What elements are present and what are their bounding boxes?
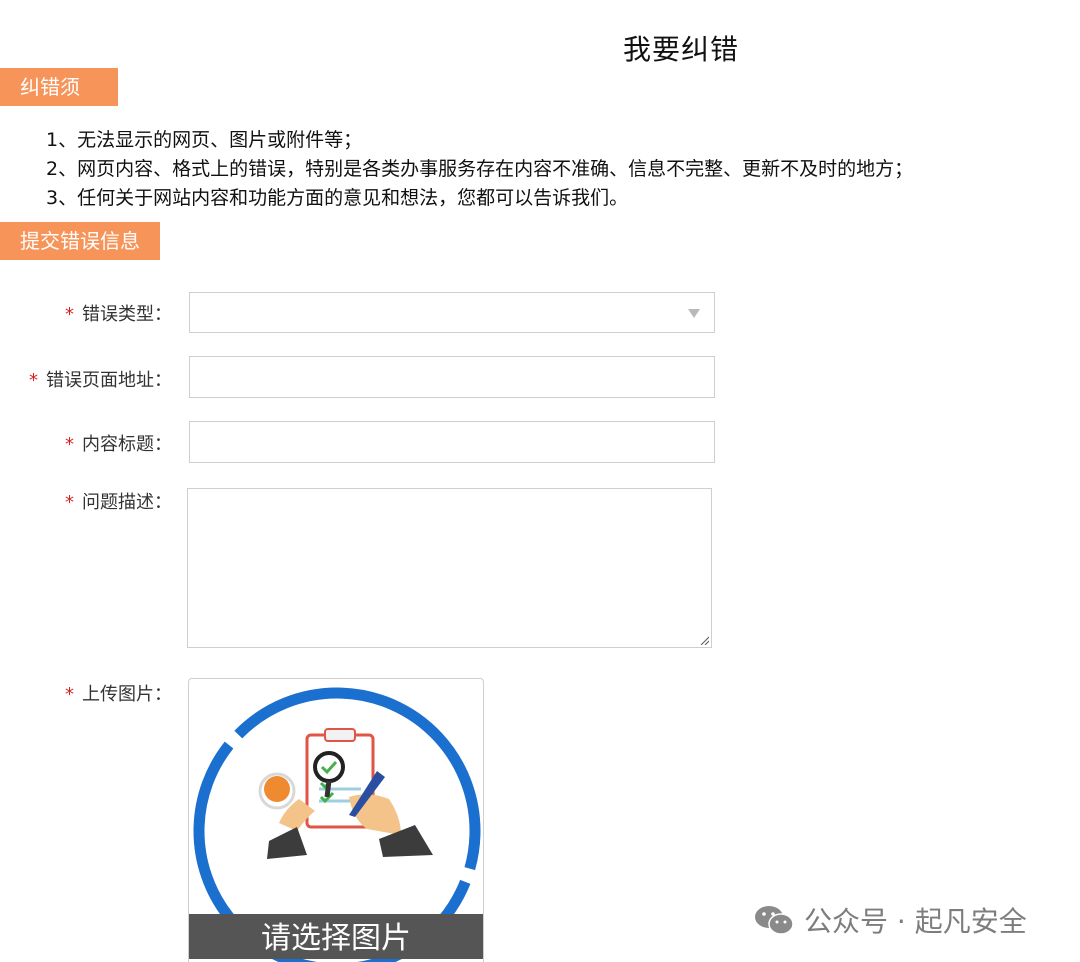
chevron-down-icon: [688, 309, 700, 318]
watermark-text: 公众号 · 起凡安全: [804, 905, 1027, 938]
notice-list: 1、无法显示的网页、图片或附件等； 2、网页内容、格式上的错误，特别是各类办事服…: [46, 126, 913, 213]
error-url-label: 错误页面地址：: [46, 370, 172, 391]
wechat-icon: [755, 906, 794, 935]
resize-grip-icon[interactable]: [699, 635, 709, 645]
choose-image-button[interactable]: 请选择图片: [189, 914, 483, 959]
notice-item: 2、网页内容、格式上的错误，特别是各类办事服务存在内容不准确、信息不完整、更新不…: [46, 158, 914, 180]
required-mark: *: [65, 492, 74, 513]
required-mark: *: [65, 684, 74, 705]
required-mark: *: [65, 434, 74, 455]
required-mark: *: [29, 370, 38, 391]
upload-label-row: * 上传图片：: [0, 680, 172, 706]
error-url-input[interactable]: [189, 356, 715, 398]
error-url-label-row: * 错误页面地址：: [0, 366, 172, 392]
content-title-input[interactable]: [189, 421, 715, 463]
image-upload-area[interactable]: 请选择图片: [188, 678, 484, 962]
description-label-row: * 问题描述：: [0, 488, 172, 514]
notice-section-tag: 纠错须知: [0, 68, 118, 137]
notice-item: 1、无法显示的网页、图片或附件等；: [46, 129, 363, 151]
submit-section-tag: 提交错误信息: [0, 222, 160, 260]
wechat-watermark: 公众号 · 起凡安全: [754, 898, 1027, 942]
notice-item: 3、任何关于网站内容和功能方面的意见和想法，您都可以告诉我们。: [46, 187, 629, 209]
error-type-label-row: * 错误类型：: [0, 300, 172, 326]
upload-label: 上传图片：: [82, 684, 172, 705]
content-title-label: 内容标题：: [82, 434, 172, 455]
page-title: 我要纠错: [622, 33, 739, 66]
description-label: 问题描述：: [82, 492, 172, 513]
content-title-label-row: * 内容标题：: [0, 430, 172, 456]
description-textarea[interactable]: [187, 488, 712, 648]
error-report-page: 我要纠错 纠错须知 1、无法显示的网页、图片或附件等； 2、网页内容、格式上的错…: [0, 0, 1080, 962]
error-type-select[interactable]: [189, 292, 715, 333]
error-type-label: 错误类型：: [82, 304, 172, 325]
required-mark: *: [65, 304, 74, 325]
